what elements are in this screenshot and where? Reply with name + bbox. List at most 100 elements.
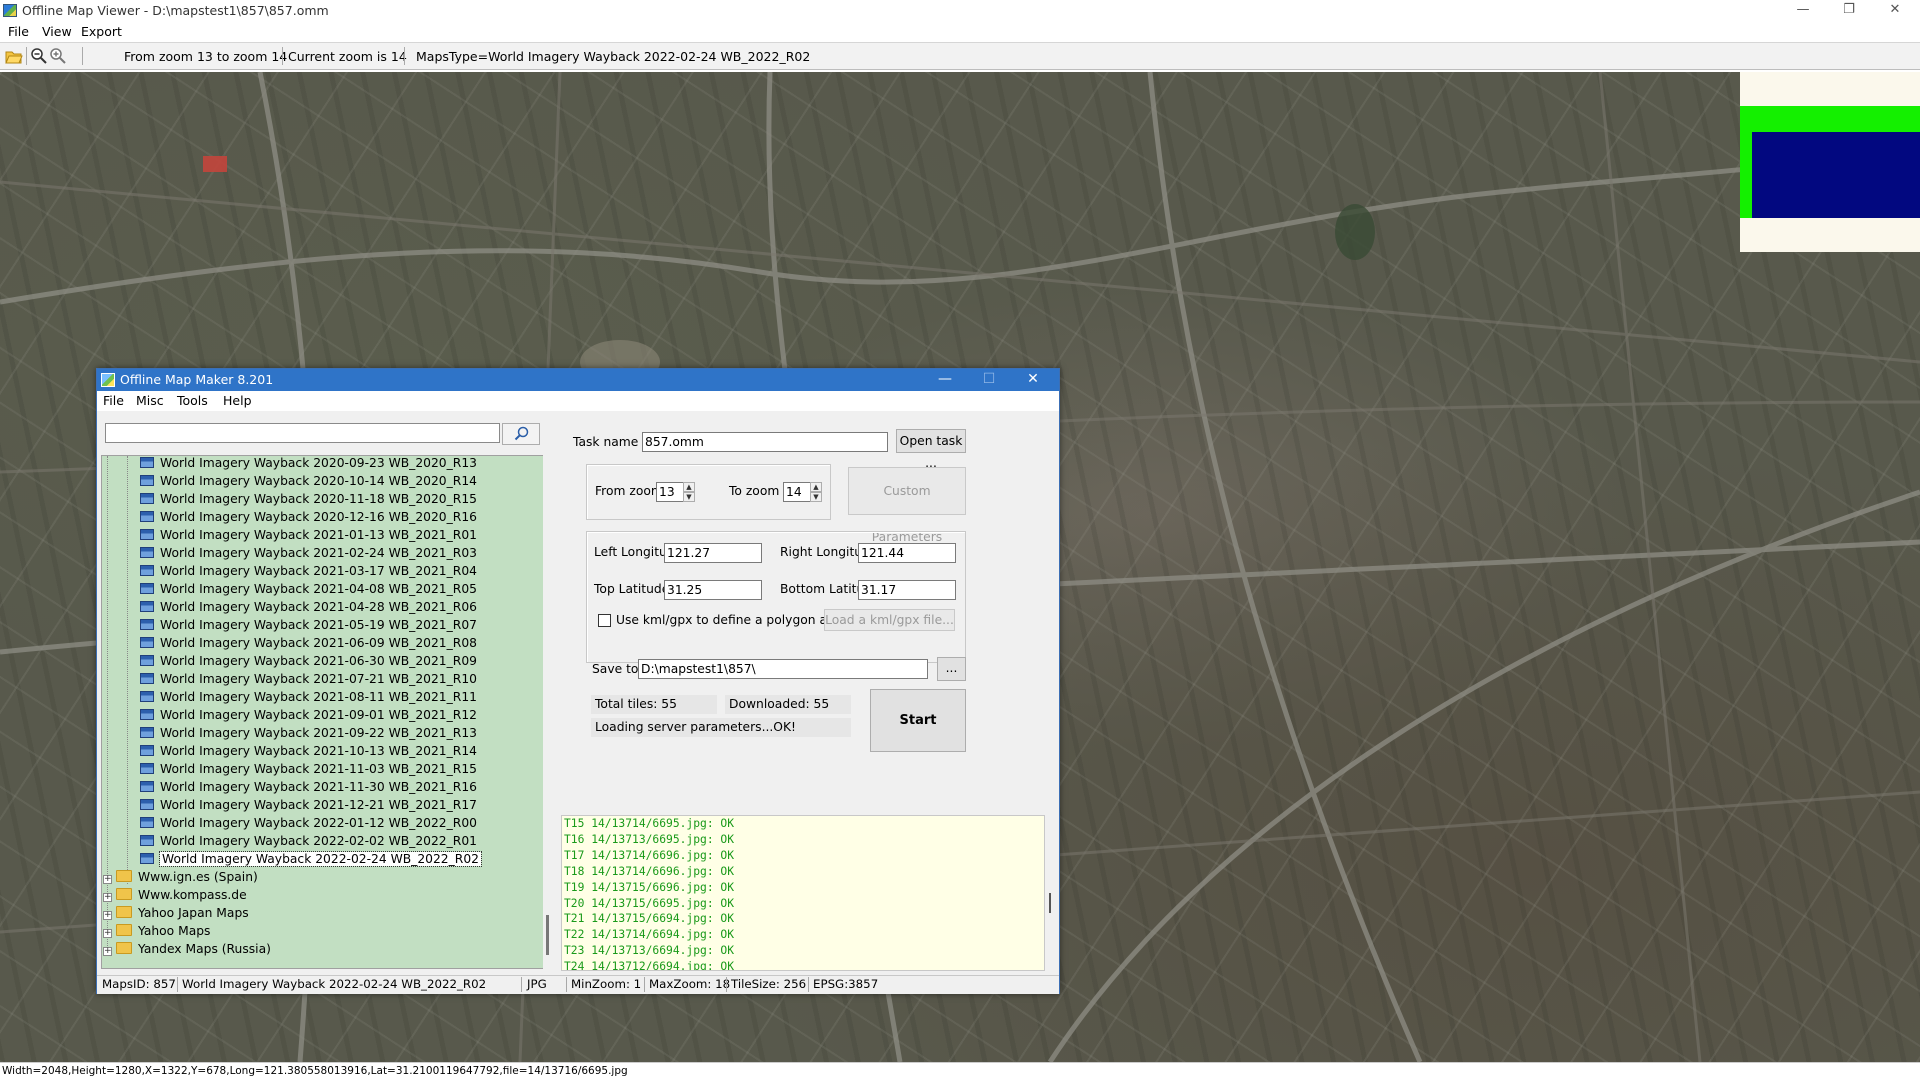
status-maps-id: MapsID: 857 — [102, 977, 176, 991]
dialog-close-button[interactable]: ✕ — [1011, 369, 1055, 391]
log-line: T17 14/13714/6696.jpg: OK — [564, 848, 735, 862]
expand-icon[interactable]: + — [103, 947, 112, 956]
menu-file[interactable]: File — [8, 24, 29, 39]
map-layer-icon — [140, 637, 154, 648]
tree-map-item[interactable]: World Imagery Wayback 2021-11-30 WB_2021… — [140, 778, 477, 796]
to-zoom-input[interactable]: 14 — [783, 482, 811, 502]
overview-minimap[interactable] — [1740, 72, 1920, 252]
status-separator — [177, 977, 178, 992]
spin-up-icon[interactable]: ▲ — [683, 482, 695, 492]
status-separator — [566, 977, 567, 992]
tree-map-item[interactable]: World Imagery Wayback 2022-02-02 WB_2022… — [140, 832, 477, 850]
tree-map-item[interactable]: World Imagery Wayback 2022-01-12 WB_2022… — [140, 814, 477, 832]
zoom-in-icon[interactable] — [49, 47, 67, 65]
from-zoom-spinner[interactable]: ▲ ▼ — [683, 482, 695, 502]
tree-folder-item[interactable]: + Yahoo Maps — [103, 922, 210, 940]
status-format: JPG — [527, 977, 547, 991]
map-layer-icon — [140, 691, 154, 702]
tree-folder-item[interactable]: + Yahoo Japan Maps — [103, 904, 249, 922]
tree-map-item[interactable]: World Imagery Wayback 2021-11-03 WB_2021… — [140, 760, 477, 778]
spin-down-icon[interactable]: ▼ — [683, 492, 695, 502]
spin-up-icon[interactable]: ▲ — [810, 482, 822, 492]
dialog-titlebar[interactable]: Offline Map Maker 8.201 — ☐ ✕ — [97, 369, 1059, 391]
tree-folder-item[interactable]: + Www.kompass.de — [103, 886, 247, 904]
tree-map-item[interactable]: World Imagery Wayback 2021-04-28 WB_2021… — [140, 598, 477, 616]
save-to-input[interactable]: D:\mapstest1\857\ — [638, 659, 928, 679]
tree-map-item[interactable]: World Imagery Wayback 2021-01-13 WB_2021… — [140, 526, 477, 544]
map-layer-icon — [140, 781, 154, 792]
tree-map-item[interactable]: World Imagery Wayback 2021-09-01 WB_2021… — [140, 706, 477, 724]
tree-map-item[interactable]: World Imagery Wayback 2020-12-16 WB_2020… — [140, 508, 477, 526]
map-layer-icon — [140, 763, 154, 774]
log-scrollbar[interactable] — [1045, 815, 1057, 971]
dialog-menu-help[interactable]: Help — [223, 393, 252, 408]
left-longitude-input[interactable]: 121.27 — [664, 543, 762, 563]
toolbar-separator — [282, 47, 283, 65]
browse-folder-button[interactable]: ... — [937, 657, 966, 681]
expand-icon[interactable]: + — [103, 893, 112, 902]
dialog-maximize-button: ☐ — [982, 371, 996, 387]
map-source-tree[interactable]: World Imagery Wayback 2020-09-23 WB_2020… — [101, 455, 549, 969]
status-epsg: EPSG:3857 — [813, 977, 879, 991]
from-zoom-input[interactable]: 13 — [656, 482, 684, 502]
map-search-button[interactable] — [502, 423, 540, 445]
to-zoom-spinner[interactable]: ▲ ▼ — [810, 482, 822, 502]
tree-map-item[interactable]: World Imagery Wayback 2021-04-08 WB_2021… — [140, 580, 477, 598]
tree-folder-item[interactable]: + Www.ign.es (Spain) — [103, 868, 258, 886]
app-titlebar: Offline Map Viewer - D:\mapstest1\857\85… — [0, 0, 1920, 22]
spin-down-icon[interactable]: ▼ — [810, 492, 822, 502]
tree-map-item[interactable]: World Imagery Wayback 2020-10-14 WB_2020… — [140, 472, 477, 490]
map-layer-icon — [140, 853, 154, 864]
map-layer-icon — [140, 817, 154, 828]
map-layer-icon — [140, 547, 154, 558]
expand-icon[interactable]: + — [103, 911, 112, 920]
tree-scrollbar-thumb[interactable] — [546, 915, 549, 955]
expand-icon[interactable]: + — [103, 929, 112, 938]
tree-map-item[interactable]: World Imagery Wayback 2021-06-09 WB_2021… — [140, 634, 477, 652]
map-layer-icon — [140, 583, 154, 594]
top-latitude-input[interactable]: 31.25 — [664, 580, 762, 600]
tree-folder-item[interactable]: + Yandex Maps (Russia) — [103, 940, 271, 958]
maximize-button[interactable]: ❐ — [1826, 0, 1872, 22]
menu-view[interactable]: View — [42, 24, 72, 39]
tree-map-item[interactable]: World Imagery Wayback 2022-02-24 WB_2022… — [140, 850, 482, 868]
tree-map-item[interactable]: World Imagery Wayback 2021-02-24 WB_2021… — [140, 544, 477, 562]
close-button[interactable]: ✕ — [1872, 0, 1918, 22]
folder-icon — [116, 906, 132, 918]
status-tile-size: TileSize: 256 — [731, 977, 807, 991]
minimap-viewport[interactable] — [1752, 132, 1920, 218]
map-search-input[interactable] — [105, 423, 500, 443]
tree-map-item[interactable]: World Imagery Wayback 2021-05-19 WB_2021… — [140, 616, 477, 634]
dialog-menu-tools[interactable]: Tools — [177, 393, 208, 408]
minimize-button[interactable]: — — [1780, 0, 1826, 22]
start-button[interactable]: Start — [870, 689, 966, 752]
open-task-button[interactable]: Open task ... — [896, 429, 966, 470]
tree-map-item[interactable]: World Imagery Wayback 2021-06-30 WB_2021… — [140, 652, 477, 670]
bottom-latitude-input[interactable]: 31.17 — [858, 580, 956, 600]
maps-type-text: MapsType=World Imagery Wayback 2022-02-2… — [416, 49, 811, 64]
tree-item-label: World Imagery Wayback 2021-08-11 WB_2021… — [160, 690, 477, 704]
tree-map-item[interactable]: World Imagery Wayback 2021-03-17 WB_2021… — [140, 562, 477, 580]
task-name-input[interactable]: 857.omm — [642, 432, 888, 452]
tree-map-item[interactable]: World Imagery Wayback 2021-12-21 WB_2021… — [140, 796, 477, 814]
kml-polygon-checkbox[interactable] — [598, 614, 611, 627]
tree-map-item[interactable]: World Imagery Wayback 2020-11-18 WB_2020… — [140, 490, 477, 508]
expand-icon[interactable]: + — [103, 875, 112, 884]
menu-export[interactable]: Export — [81, 24, 122, 39]
tree-map-item[interactable]: World Imagery Wayback 2021-10-13 WB_2021… — [140, 742, 477, 760]
log-scrollbar-thumb[interactable] — [1049, 893, 1051, 913]
tree-map-item[interactable]: World Imagery Wayback 2021-07-21 WB_2021… — [140, 670, 477, 688]
dialog-minimize-button[interactable]: — — [923, 369, 967, 391]
tree-map-item[interactable]: World Imagery Wayback 2020-09-23 WB_2020… — [140, 456, 477, 472]
right-longitude-input[interactable]: 121.44 — [858, 543, 956, 563]
dialog-menu-file[interactable]: File — [103, 393, 124, 408]
tree-item-label: World Imagery Wayback 2021-12-21 WB_2021… — [160, 798, 477, 812]
log-line: T16 14/13713/6695.jpg: OK — [564, 832, 735, 846]
tree-map-item[interactable]: World Imagery Wayback 2021-09-22 WB_2021… — [140, 724, 477, 742]
tree-scrollbar[interactable] — [543, 455, 553, 969]
tree-map-item[interactable]: World Imagery Wayback 2021-08-11 WB_2021… — [140, 688, 477, 706]
log-line: T19 14/13715/6696.jpg: OK — [564, 880, 735, 894]
zoom-out-icon[interactable] — [30, 47, 48, 65]
dialog-menu-misc[interactable]: Misc — [136, 393, 164, 408]
open-folder-icon[interactable] — [5, 47, 23, 65]
